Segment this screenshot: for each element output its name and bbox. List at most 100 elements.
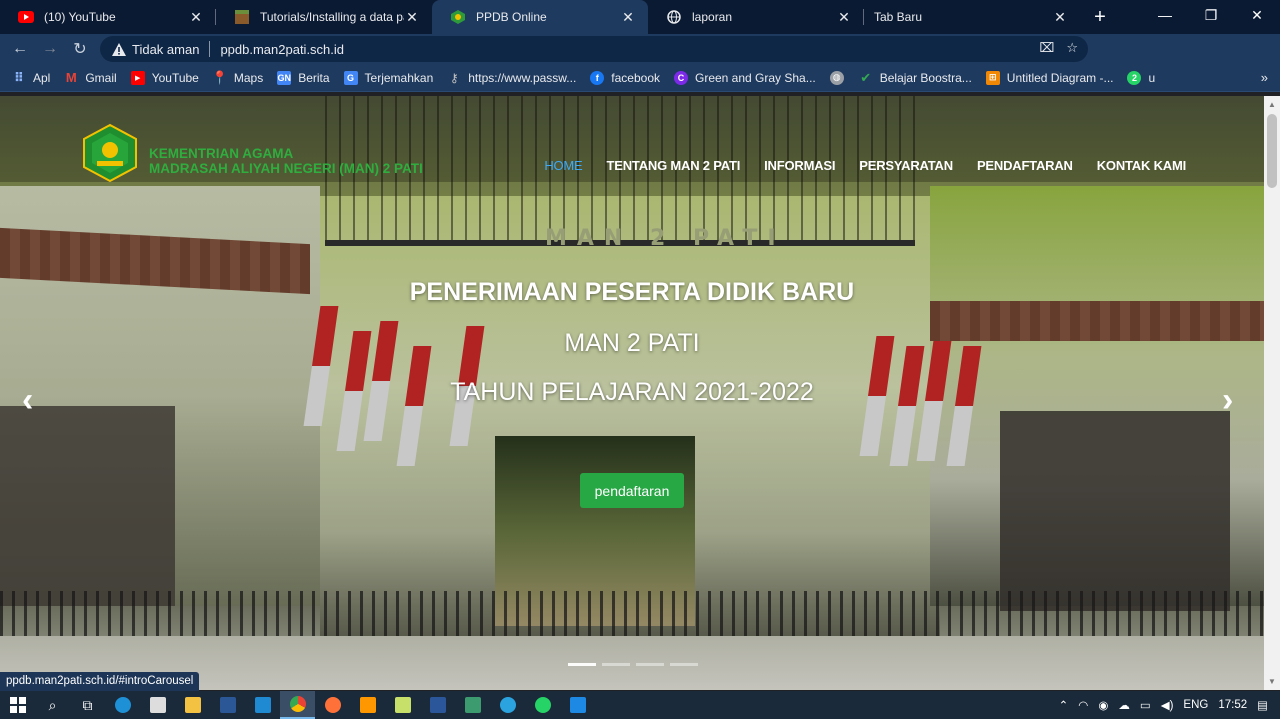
close-window-button[interactable]: ✕ — [1234, 0, 1280, 30]
youtube-icon — [18, 9, 34, 25]
tab-title: Tab Baru — [874, 10, 923, 24]
menu-pendaftaran[interactable]: PENDAFTARAN — [977, 158, 1073, 173]
system-tray: ⌃ ◠ ◉ ☁ ▭ ◀) ENG 17:52 ▤ — [1059, 691, 1280, 719]
tab-title: Tutorials/Installing a data pack — [260, 10, 404, 24]
canva-icon: C — [674, 70, 688, 85]
tab-tutorials[interactable]: Tutorials/Installing a data pack ✕ — [216, 0, 432, 34]
tab-title: (10) YouTube — [44, 10, 116, 24]
bookmark-gmail[interactable]: M Gmail — [64, 70, 117, 85]
window-controls: — ❐ ✕ — [1142, 0, 1280, 30]
scroll-up-icon[interactable]: ▲ — [1264, 96, 1280, 113]
maximize-button[interactable]: ❐ — [1188, 0, 1234, 30]
forward-button[interactable]: → — [35, 34, 65, 64]
chrome-icon[interactable] — [280, 691, 315, 719]
carousel-indicator[interactable] — [670, 663, 698, 666]
chevron-right-icon[interactable]: » — [1261, 70, 1268, 85]
camera-icon[interactable]: ◉ — [1098, 698, 1108, 712]
brand-name[interactable]: KEMENTRIAN AGAMA MADRASAH ALIYAH NEGERI … — [149, 146, 423, 176]
sublime-icon[interactable] — [350, 691, 385, 719]
bookmark-terjemahkan[interactable]: G Terjemahkan — [343, 70, 433, 85]
tab-strip: (10) YouTube ✕ Tutorials/Installing a da… — [0, 0, 1280, 34]
vscode-icon[interactable] — [245, 691, 280, 719]
bookmark-password[interactable]: ⚷ https://www.passw... — [447, 71, 576, 85]
notepad-icon[interactable] — [385, 691, 420, 719]
file-explorer-icon[interactable] — [175, 691, 210, 719]
tab-youtube[interactable]: (10) YouTube ✕ — [0, 0, 216, 34]
bookmark-berita[interactable]: GN Berita — [277, 70, 330, 85]
chevron-up-icon[interactable]: ⌃ — [1059, 698, 1069, 712]
word-icon[interactable] — [420, 691, 455, 719]
close-icon[interactable]: ✕ — [836, 9, 852, 25]
clock[interactable]: 17:52 — [1218, 699, 1247, 711]
menu-informasi[interactable]: INFORMASI — [764, 158, 835, 173]
carousel-indicator[interactable] — [602, 663, 630, 666]
close-icon[interactable]: ✕ — [1052, 9, 1068, 25]
telegram-icon[interactable] — [490, 691, 525, 719]
bookmarks-bar: ⠿ Apl M Gmail ▶ YouTube 📍 Maps GN Berita G Ter… — [0, 64, 1280, 92]
battery-icon[interactable]: ▭ — [1140, 698, 1151, 712]
status-bar-url: ppdb.man2pati.sch.id/#introCarousel — [0, 672, 200, 691]
carousel-prev-icon[interactable]: ‹ — [22, 381, 33, 420]
start-button[interactable] — [0, 691, 35, 719]
task-view-icon[interactable]: ⧉ — [70, 691, 105, 719]
store-icon[interactable] — [140, 691, 175, 719]
bookmark-apl[interactable]: ⠿ Apl — [12, 70, 50, 85]
notification-icon[interactable]: ▤ — [1257, 698, 1268, 712]
app-icon[interactable] — [455, 691, 490, 719]
bookmark-globe[interactable]: ◍ — [829, 70, 851, 85]
hero-year: TAHUN PELAJARAN 2021-2022 — [450, 378, 814, 406]
wifi-icon[interactable]: ◠ — [1078, 698, 1088, 712]
bookmark-maps[interactable]: 📍 Maps — [211, 69, 263, 85]
carousel-indicator[interactable] — [568, 663, 596, 666]
tab-laporan[interactable]: laporan ✕ — [648, 0, 864, 34]
translate-icon[interactable]: ⌧ — [1039, 40, 1054, 56]
app-icon[interactable] — [210, 691, 245, 719]
search-icon[interactable]: ⌕ — [35, 691, 70, 719]
star-icon[interactable]: ☆ — [1066, 40, 1078, 56]
minecraft-icon — [234, 9, 250, 25]
pendaftaran-button[interactable]: pendaftaran — [580, 473, 684, 508]
security-label[interactable]: Tidak aman — [132, 42, 199, 57]
language-indicator[interactable]: ENG — [1183, 699, 1208, 711]
carousel-indicator[interactable] — [636, 663, 664, 666]
app-icon[interactable] — [560, 691, 595, 719]
warning-icon — [112, 42, 126, 56]
bookmark-u[interactable]: 2u — [1127, 70, 1155, 85]
scroll-down-icon[interactable]: ▼ — [1264, 673, 1280, 690]
menu-persyaratan[interactable]: PERSYARATAN — [859, 158, 953, 173]
address-bar[interactable]: Tidak aman ppdb.man2pati.sch.id ⌧ ☆ — [100, 36, 1088, 62]
minimize-button[interactable]: — — [1142, 0, 1188, 30]
kemenag-logo-icon[interactable] — [80, 123, 140, 183]
carousel-next-icon[interactable]: › — [1222, 381, 1233, 420]
bookmark-facebook[interactable]: f facebook — [590, 70, 660, 85]
tab-title: laporan — [692, 10, 733, 24]
close-icon[interactable]: ✕ — [620, 9, 636, 25]
menu-tentang[interactable]: TENTANG MAN 2 PATI — [607, 158, 741, 173]
edge-icon[interactable] — [105, 691, 140, 719]
whatsapp-icon[interactable] — [525, 691, 560, 719]
windows-taskbar: ⌕ ⧉ ⌃ ◠ ◉ ☁ ▭ ◀) ENG 17:52 ▤ — [0, 691, 1280, 719]
scrollbar-thumb[interactable] — [1267, 114, 1277, 188]
bookmark-bootstrap[interactable]: ✔ Belajar Boostra... — [859, 70, 972, 85]
url-text[interactable]: ppdb.man2pati.sch.id — [220, 42, 344, 57]
page-scrollbar[interactable]: ▲ ▼ — [1264, 96, 1280, 690]
intro-carousel: MAN 2 PATI KEMENTRIAN AGAMA MADRASAH ALI… — [0, 96, 1264, 690]
tab-tab-baru[interactable]: Tab Baru ✕ — [864, 0, 1080, 34]
back-button[interactable]: ← — [5, 34, 35, 64]
bookmark-youtube[interactable]: ▶ YouTube — [130, 70, 199, 85]
tab-ppdb-online[interactable]: PPDB Online ✕ — [432, 0, 648, 34]
menu-home[interactable]: HOME — [544, 158, 582, 173]
close-icon[interactable]: ✕ — [404, 9, 420, 25]
menu-kontak[interactable]: KONTAK KAMI — [1097, 158, 1186, 173]
reload-button[interactable]: ↻ — [65, 34, 95, 64]
translate-icon: G — [343, 70, 358, 85]
brand-line-2: MADRASAH ALIYAH NEGERI (MAN) 2 PATI — [149, 161, 423, 176]
new-tab-button[interactable]: + — [1080, 0, 1120, 34]
close-icon[interactable]: ✕ — [188, 9, 204, 25]
bookmark-canva[interactable]: C Green and Gray Sha... — [674, 70, 816, 85]
bookmark-drawio[interactable]: ⊞ Untitled Diagram -... — [985, 70, 1113, 85]
firefox-icon[interactable] — [315, 691, 350, 719]
volume-icon[interactable]: ◀) — [1161, 698, 1174, 712]
maps-icon: 📍 — [211, 69, 228, 85]
onedrive-icon[interactable]: ☁ — [1118, 698, 1130, 712]
